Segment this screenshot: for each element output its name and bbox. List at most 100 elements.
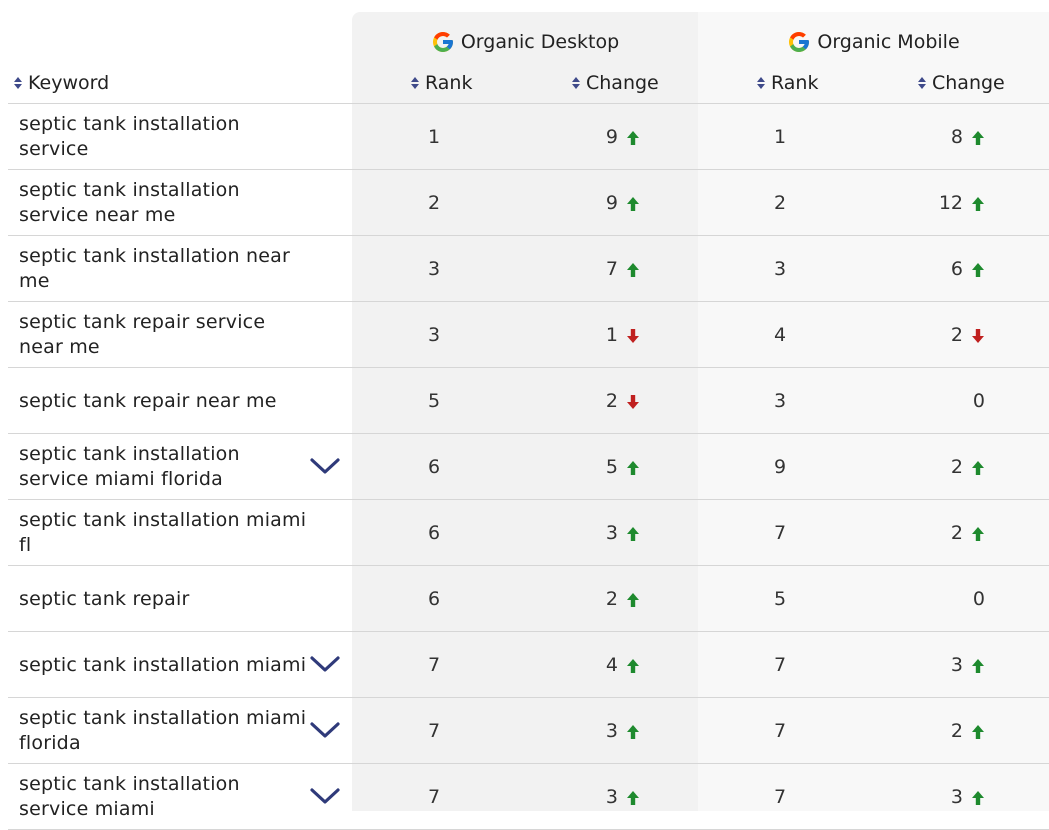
column-header-label: Rank — [771, 72, 819, 94]
arrow-up-icon — [626, 591, 640, 607]
chevron-down-icon[interactable] — [309, 654, 341, 674]
change-value: 2 — [950, 522, 963, 544]
chevron-down-icon[interactable] — [309, 720, 341, 740]
change-value: 0 — [972, 588, 985, 610]
keyword-cell: septic tank installation service miami — [19, 764, 309, 830]
table-row: septic tank repair service near me 3 1 4 2 — [0, 302, 1049, 368]
keyword-text: septic tank installation service miami f… — [19, 443, 240, 490]
rank-value: 1 — [428, 126, 441, 148]
arrow-down-icon — [971, 327, 985, 343]
mobile-rank-cell: 4 — [774, 302, 794, 368]
arrow-down-icon — [626, 327, 640, 343]
arrow-up-icon — [971, 723, 985, 739]
rank-value: 7 — [774, 786, 787, 808]
sort-icon — [918, 77, 926, 89]
keyword-column-header[interactable]: Keyword — [14, 70, 109, 96]
rank-value: 7 — [428, 786, 441, 808]
mobile-change-cell: 2 — [905, 500, 985, 566]
table-row: septic tank installation miami florida 7 3… — [0, 698, 1049, 764]
column-header-label: Change — [586, 72, 659, 94]
change-value: 3 — [950, 786, 963, 808]
arrow-up-icon — [626, 789, 640, 805]
change-value: 1 — [605, 324, 618, 346]
change-value: 4 — [605, 654, 618, 676]
rank-value: 2 — [774, 192, 787, 214]
rank-value: 2 — [428, 192, 441, 214]
change-value: 8 — [950, 126, 963, 148]
mobile-rank-cell: 7 — [774, 632, 794, 698]
rank-value: 7 — [774, 522, 787, 544]
arrow-up-icon — [626, 459, 640, 475]
sort-icon — [14, 77, 22, 89]
desktop-rank-cell: 1 — [428, 104, 448, 170]
desktop-change-cell: 1 — [560, 302, 640, 368]
change-value: 2 — [950, 324, 963, 346]
mobile-rank-cell: 2 — [774, 170, 794, 236]
arrow-down-icon — [626, 393, 640, 409]
mobile-change-cell: 0 — [905, 368, 985, 434]
rank-value: 7 — [774, 720, 787, 742]
rank-value: 6 — [428, 522, 441, 544]
mobile-change-cell: 2 — [905, 698, 985, 764]
change-value: 5 — [605, 456, 618, 478]
chevron-down-icon[interactable] — [309, 786, 341, 806]
desktop-change-cell: 2 — [560, 566, 640, 632]
keyword-cell: septic tank repair service near me — [19, 302, 309, 368]
keyword-text: septic tank installation miami fl — [19, 509, 307, 556]
column-header-label: Change — [932, 72, 1005, 94]
table-row: septic tank installation service 1 9 1 8 — [0, 104, 1049, 170]
desktop-change-cell: 3 — [560, 698, 640, 764]
rank-value: 3 — [428, 258, 441, 280]
column-header-label: Rank — [425, 72, 473, 94]
mobile-change-cell: 2 — [905, 434, 985, 500]
desktop-rank-column-header[interactable]: Rank — [411, 70, 472, 96]
desktop-change-cell: 9 — [560, 170, 640, 236]
group-header-desktop: Organic Desktop — [352, 30, 698, 54]
change-value: 2 — [605, 588, 618, 610]
change-value: 2 — [605, 390, 618, 412]
mobile-change-cell: 3 — [905, 764, 985, 830]
rank-value: 5 — [774, 588, 787, 610]
mobile-change-cell: 3 — [905, 632, 985, 698]
desktop-change-cell: 5 — [560, 434, 640, 500]
mobile-rank-cell: 9 — [774, 434, 794, 500]
arrow-up-icon — [971, 129, 985, 145]
keyword-text: septic tank repair — [19, 587, 190, 610]
keyword-text: septic tank installation miami florida — [19, 707, 307, 754]
sort-icon — [757, 77, 765, 89]
mobile-change-cell: 12 — [905, 170, 985, 236]
desktop-change-cell: 3 — [560, 500, 640, 566]
mobile-rank-cell: 7 — [774, 698, 794, 764]
arrow-up-icon — [626, 525, 640, 541]
arrow-up-icon — [971, 261, 985, 277]
rank-value: 7 — [428, 720, 441, 742]
sort-icon — [572, 77, 580, 89]
change-value: 6 — [950, 258, 963, 280]
chevron-down-icon[interactable] — [309, 456, 341, 476]
change-value: 0 — [972, 390, 985, 412]
mobile-rank-cell: 5 — [774, 566, 794, 632]
mobile-rank-cell: 3 — [774, 368, 794, 434]
table-row: septic tank repair near me 5 2 3 0 — [0, 368, 1049, 434]
rank-value: 7 — [428, 654, 441, 676]
desktop-change-column-header[interactable]: Change — [572, 70, 659, 96]
google-icon — [432, 32, 453, 52]
desktop-rank-cell: 7 — [428, 632, 448, 698]
desktop-rank-cell: 6 — [428, 434, 448, 500]
rank-value: 7 — [774, 654, 787, 676]
desktop-change-cell: 2 — [560, 368, 640, 434]
keyword-text: septic tank installation service miami — [19, 773, 240, 820]
desktop-rank-cell: 7 — [428, 764, 448, 830]
mobile-rank-column-header[interactable]: Rank — [757, 70, 818, 96]
change-value: 9 — [605, 192, 618, 214]
arrow-up-icon — [971, 789, 985, 805]
keyword-text: septic tank installation service near me — [19, 179, 240, 226]
rank-value: 6 — [428, 456, 441, 478]
keyword-cell: septic tank installation service near me — [19, 170, 309, 236]
desktop-rank-cell: 3 — [428, 236, 448, 302]
table-row: septic tank installation miami fl 6 3 7 2 — [0, 500, 1049, 566]
desktop-change-cell: 9 — [560, 104, 640, 170]
mobile-change-column-header[interactable]: Change — [918, 70, 1005, 96]
mobile-change-cell: 0 — [905, 566, 985, 632]
keyword-text: septic tank repair near me — [19, 389, 277, 412]
